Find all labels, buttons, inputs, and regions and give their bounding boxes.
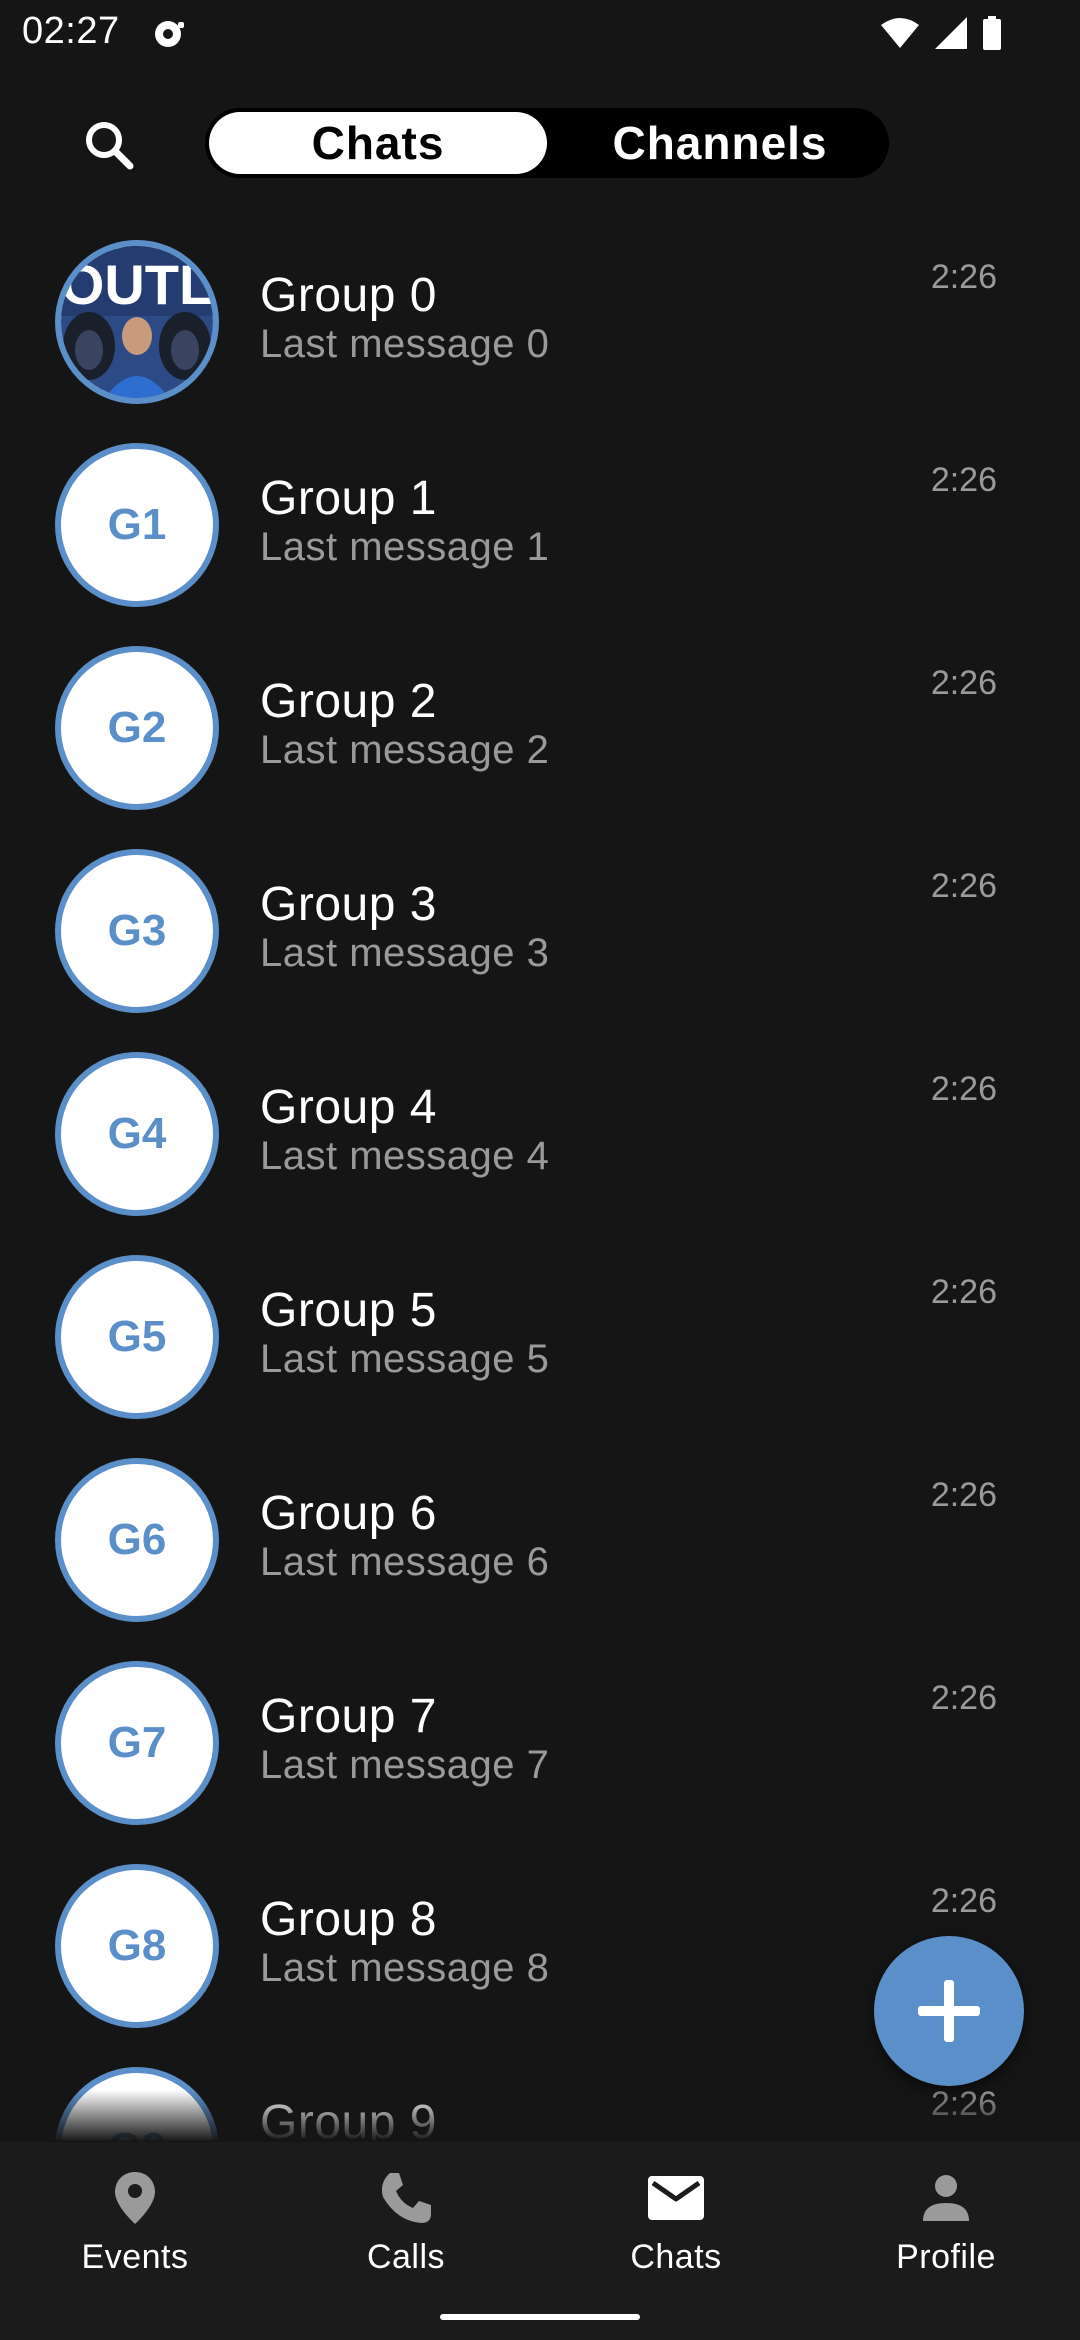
tab-switch: Chats Channels <box>205 108 889 178</box>
chat-time: 2:26 <box>930 461 997 499</box>
chat-last-message: Last message 4 <box>260 1134 550 1178</box>
chat-item-group-5[interactable]: G5 Group 5 Last message 5 2:26 <box>0 1231 1080 1434</box>
nav-label: Calls <box>366 2238 446 2276</box>
avatar: G6 <box>55 1458 219 1622</box>
nav-item-chats[interactable]: Chats <box>576 2168 776 2288</box>
avatar: G5 <box>55 1255 219 1419</box>
home-indicator[interactable] <box>440 2314 640 2320</box>
avatar: G7 <box>55 1661 219 1825</box>
chat-time: 2:26 <box>930 867 997 905</box>
tab-chats[interactable]: Chats <box>209 112 547 174</box>
nav-item-calls[interactable]: Calls <box>306 2168 506 2288</box>
wifi-icon <box>881 18 919 48</box>
chat-last-message: Last message 6 <box>260 1540 550 1584</box>
chat-last-message: Last message 2 <box>260 728 550 772</box>
nav-label: Events <box>81 2238 189 2276</box>
chat-time: 2:26 <box>930 258 997 296</box>
chat-item-group-6[interactable]: G6 Group 6 Last message 6 2:26 <box>0 1434 1080 1637</box>
chat-last-message: Last message 8 <box>260 1946 550 1990</box>
svg-text:OUTL: OUTL <box>61 253 213 316</box>
chat-item-group-4[interactable]: G4 Group 4 Last message 4 2:26 <box>0 1028 1080 1231</box>
nav-item-profile[interactable]: Profile <box>846 2168 1046 2288</box>
avatar-initials: G7 <box>107 1718 167 1767</box>
chat-last-message: Last message 0 <box>260 322 550 366</box>
chat-last-message: Last message 7 <box>260 1743 550 1787</box>
chat-time: 2:26 <box>930 1476 997 1514</box>
chat-item-group-7[interactable]: G7 Group 7 Last message 7 2:26 <box>0 1637 1080 1840</box>
avatar-initials: G3 <box>107 906 167 955</box>
mail-icon <box>646 2168 706 2228</box>
chat-name: Group 1 <box>260 472 437 525</box>
signal-icon <box>935 17 967 49</box>
chat-name: Group 9 <box>260 2096 437 2141</box>
avatar-initials: G6 <box>107 1515 167 1564</box>
chat-name: Group 3 <box>260 878 437 931</box>
chat-last-message: Last message 3 <box>260 931 550 975</box>
avatar-initials: G1 <box>107 500 167 549</box>
search-icon[interactable] <box>80 116 138 174</box>
tab-channels[interactable]: Channels <box>551 108 889 178</box>
status-time: 02:27 <box>22 10 120 52</box>
chat-last-message: Last message 5 <box>260 1337 550 1381</box>
phone-icon <box>376 2168 436 2228</box>
chat-list: OUTL Group 0 Last message 0 2:26 G1 Grou… <box>0 216 1080 2141</box>
avatar: G1 <box>55 443 219 607</box>
chat-last-message: Last message 1 <box>260 525 550 569</box>
chat-time: 2:26 <box>930 1070 997 1108</box>
avatar-initials: G9 <box>108 2124 167 2141</box>
chat-name: Group 0 <box>260 269 437 322</box>
plus-icon <box>918 1980 980 2042</box>
chat-name: Group 5 <box>260 1284 437 1337</box>
avatar: G3 <box>55 849 219 1013</box>
chat-item-group-2[interactable]: G2 Group 2 Last message 2 2:26 <box>0 622 1080 825</box>
chat-item-group-0[interactable]: OUTL Group 0 Last message 0 2:26 <box>0 216 1080 419</box>
bottom-nav: Events Calls Chats Profile <box>0 2142 1080 2340</box>
person-icon <box>916 2168 976 2228</box>
battery-icon <box>983 16 1001 50</box>
avatar-photo: OUTL <box>55 240 219 404</box>
chat-time: 2:26 <box>930 1679 997 1717</box>
chat-name: Group 2 <box>260 675 437 728</box>
avatar-initials: G8 <box>107 1921 167 1970</box>
chats-screen: 02:27 Chats Channels OUTL Group 0 Last m… <box>0 0 1080 2340</box>
avatar: G8 <box>55 1864 219 2028</box>
chat-name: Group 4 <box>260 1081 437 1134</box>
status-bar: 02:27 <box>0 0 1080 66</box>
chat-time: 2:26 <box>930 664 997 702</box>
top-bar: Chats Channels <box>0 100 1080 190</box>
chat-time: 2:26 <box>930 1882 997 1920</box>
status-icons <box>880 14 1002 52</box>
avatar-initials: G5 <box>107 1312 167 1361</box>
avatar-initials: G4 <box>107 1109 167 1158</box>
avatar: G4 <box>55 1052 219 1216</box>
avatar: G9 <box>55 2067 219 2141</box>
nav-label: Profile <box>896 2238 996 2276</box>
avatar-initials: G2 <box>107 703 167 752</box>
chat-name: Group 8 <box>260 1893 437 1946</box>
chat-item-group-3[interactable]: G3 Group 3 Last message 3 2:26 <box>0 825 1080 1028</box>
chat-item-group-1[interactable]: G1 Group 1 Last message 1 2:26 <box>0 419 1080 622</box>
new-chat-button[interactable] <box>874 1936 1024 2086</box>
nav-item-events[interactable]: Events <box>35 2168 235 2288</box>
chat-time: 2:26 <box>930 2085 997 2123</box>
avatar-photo-image: OUTL <box>61 246 213 398</box>
chat-name: Group 7 <box>260 1690 437 1743</box>
chat-time: 2:26 <box>930 1273 997 1311</box>
avatar: G2 <box>55 646 219 810</box>
nav-label: Chats <box>630 2238 722 2276</box>
notification-icon <box>155 21 184 47</box>
location-pin-icon <box>105 2168 165 2228</box>
chat-name: Group 6 <box>260 1487 437 1540</box>
